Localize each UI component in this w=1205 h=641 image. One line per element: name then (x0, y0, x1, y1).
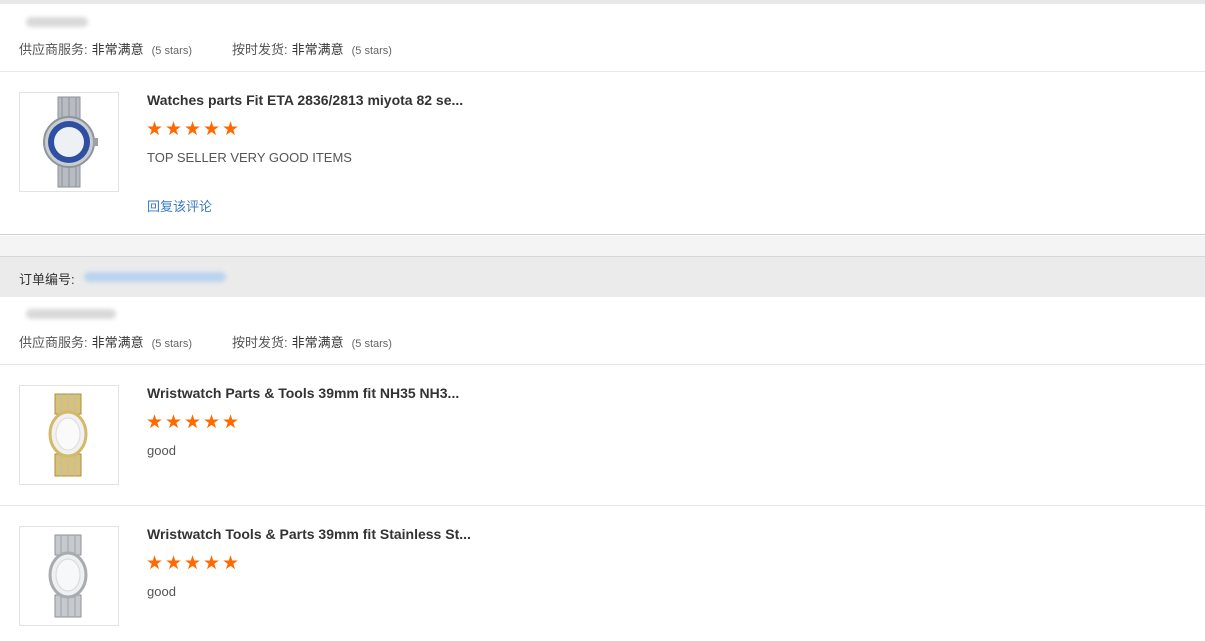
section-gap (0, 236, 1205, 256)
top-border (0, 0, 1205, 4)
star-icon: ★ (165, 553, 183, 574)
blurred-order-number[interactable] (84, 272, 226, 282)
divider (0, 234, 1205, 235)
star-icon: ★ (165, 119, 183, 140)
reply-review-link[interactable]: 回复该评论 (147, 196, 212, 215)
review-text: good (147, 443, 176, 458)
watch-blue-bezel-icon (43, 96, 98, 188)
order1-rating-summary: 供应商服务: 非常满意 (5 stars) 按时发货: 非常满意 (5 star… (19, 39, 392, 58)
star-icon: ★ (184, 119, 202, 140)
order-header: 订单编号: (0, 256, 1205, 297)
supplier-service-value: 非常满意 (91, 335, 144, 350)
watch-silver-icon (48, 534, 88, 618)
blurred-buyer-name (26, 17, 88, 27)
supplier-service-label: 供应商服务: (19, 42, 88, 57)
shipping-label: 按时发货: (231, 335, 288, 350)
divider (0, 505, 1205, 506)
supplier-service-value: 非常满意 (91, 42, 144, 57)
review-item: Wristwatch Parts & Tools 39mm fit NH35 N… (19, 385, 1205, 485)
product-thumbnail[interactable] (19, 385, 119, 485)
product-title[interactable]: Wristwatch Parts & Tools 39mm fit NH35 N… (147, 385, 459, 401)
supplier-service-stars: (5 stars) (151, 338, 192, 350)
star-icon: ★ (203, 119, 221, 140)
star-icon: ★ (222, 553, 240, 574)
product-title[interactable]: Watches parts Fit ETA 2836/2813 miyota 8… (147, 92, 463, 108)
shipping-value: 非常满意 (291, 42, 344, 57)
star-icon: ★ (146, 119, 164, 140)
star-icon: ★ (184, 412, 202, 433)
review-item: Watches parts Fit ETA 2836/2813 miyota 8… (19, 92, 1205, 217)
shipping-stars: (5 stars) (351, 45, 392, 57)
order2-rating-summary: 供应商服务: 非常满意 (5 stars) 按时发货: 非常满意 (5 star… (19, 332, 392, 351)
divider (0, 71, 1205, 72)
blurred-buyer-name (26, 309, 116, 319)
rating-stars: ★ ★ ★ ★ ★ (146, 412, 240, 433)
shipping-value: 非常满意 (291, 335, 344, 350)
star-icon: ★ (184, 553, 202, 574)
review-text: TOP SELLER VERY GOOD ITEMS (147, 150, 352, 165)
shipping-stars: (5 stars) (351, 338, 392, 350)
watch-gold-silver-icon (48, 393, 88, 477)
divider (0, 364, 1205, 365)
shipping-label: 按时发货: (231, 42, 288, 57)
star-icon: ★ (165, 412, 183, 433)
review-item: Wristwatch Tools & Parts 39mm fit Stainl… (19, 526, 1205, 626)
product-thumbnail[interactable] (19, 92, 119, 192)
review-text: good (147, 584, 176, 599)
supplier-service-stars: (5 stars) (151, 45, 192, 57)
rating-stars: ★ ★ ★ ★ ★ (146, 553, 240, 574)
product-thumbnail[interactable] (19, 526, 119, 626)
supplier-service-label: 供应商服务: (19, 335, 88, 350)
star-icon: ★ (146, 412, 164, 433)
rating-stars: ★ ★ ★ ★ ★ (146, 119, 240, 140)
star-icon: ★ (222, 119, 240, 140)
product-title[interactable]: Wristwatch Tools & Parts 39mm fit Stainl… (147, 526, 471, 542)
order-number-label: 订单编号: (19, 272, 75, 287)
star-icon: ★ (203, 553, 221, 574)
star-icon: ★ (203, 412, 221, 433)
star-icon: ★ (222, 412, 240, 433)
star-icon: ★ (146, 553, 164, 574)
